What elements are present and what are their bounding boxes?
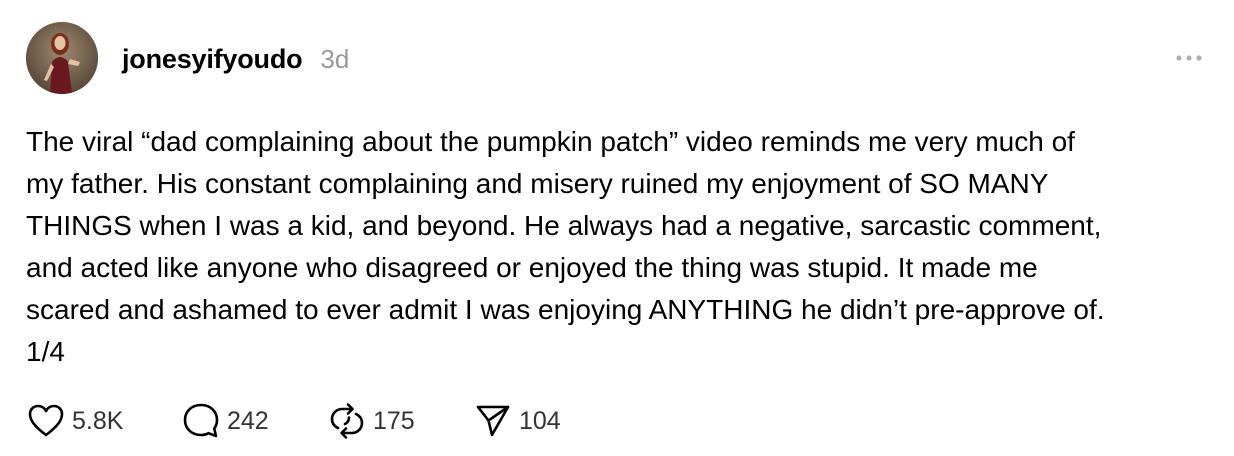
username[interactable]: jonesyifyoudo xyxy=(122,44,303,75)
share-count: 104 xyxy=(519,406,561,435)
share-button[interactable]: 104 xyxy=(473,401,561,441)
heart-icon xyxy=(26,401,66,441)
avatar-image xyxy=(26,22,98,94)
repost-button[interactable]: 175 xyxy=(327,401,473,441)
timestamp[interactable]: 3d xyxy=(320,44,349,75)
threads-post: jonesyifyoudo 3d The viral “dad complain… xyxy=(0,0,1234,456)
send-icon xyxy=(473,401,513,441)
like-button[interactable]: 5.8K xyxy=(26,401,181,441)
post-actions: 5.8K 242 175 104 xyxy=(26,400,561,442)
more-horizontal-icon xyxy=(1176,55,1202,61)
repost-count: 175 xyxy=(373,406,415,435)
avatar[interactable] xyxy=(26,22,98,94)
repost-icon xyxy=(327,401,367,441)
comment-button[interactable]: 242 xyxy=(181,401,327,441)
more-options-button[interactable] xyxy=(1172,48,1206,68)
comment-count: 242 xyxy=(227,406,269,435)
like-count: 5.8K xyxy=(72,406,124,435)
post-body-text: The viral “dad complaining about the pum… xyxy=(26,126,1105,367)
post-header: jonesyifyoudo 3d xyxy=(122,40,349,78)
comment-bubble-icon xyxy=(181,401,221,441)
